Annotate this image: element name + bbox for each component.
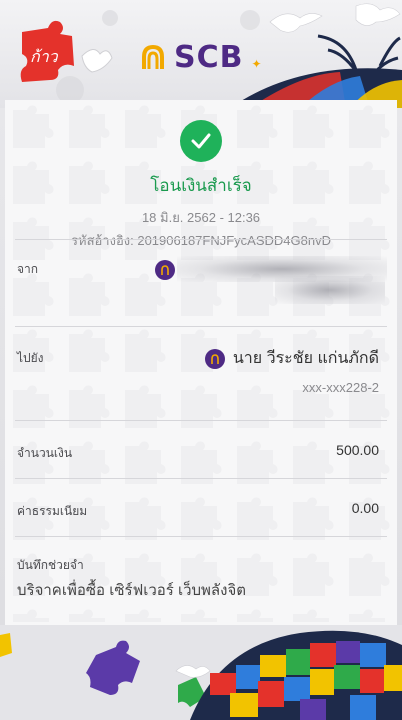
divider (15, 536, 387, 537)
success-section: โอนเงินสำเร็จ 18 มิ.ย. 2562 - 12:36 รหัส… (5, 120, 397, 251)
campaign-logo-text: ก้าว (30, 47, 59, 66)
reference-code: รหัสอ้างอิง: 201906187FNJFycASDD4G8nvD (71, 233, 331, 248)
fee-label: ค่าธรรมเนียม (17, 504, 88, 518)
from-label: จาก (17, 262, 39, 276)
memo-value: บริจาคเพื่อซื้อ เซิร์ฟเวอร์ เว็บพลังจิต (17, 582, 246, 599)
status-title: โอนเงินสำเร็จ (150, 176, 252, 195)
scb-logo: SCB ✦ (138, 40, 262, 75)
recipient-account: xxx-xxx228-2 (302, 380, 379, 395)
scb-bank-icon (142, 44, 164, 69)
divider (15, 326, 387, 327)
campaign-puzzle-logo: ก้าว (20, 20, 113, 82)
scb-bank-icon (155, 260, 175, 280)
amount-label: จำนวนเงิน (17, 446, 73, 460)
amount-value: 500.00 (336, 442, 379, 458)
footer-decoration (0, 625, 402, 720)
divider (15, 478, 387, 479)
recipient: นาย วีระชัย แก่นภักดี (204, 346, 379, 371)
recipient-name: นาย วีระชัย แก่นภักดี (232, 350, 379, 367)
transaction-datetime: 18 มิ.ย. 2562 - 12:36 (141, 210, 261, 225)
transfer-receipt-card: โอนเงินสำเร็จ 18 มิ.ย. 2562 - 12:36 รหัส… (5, 100, 397, 625)
memo-label: บันทึกช่วยจำ (17, 558, 84, 572)
scb-bank-icon (204, 348, 225, 369)
dove-icon (269, 3, 401, 33)
divider (15, 420, 387, 421)
from-account-redacted (155, 256, 387, 308)
fee-value: 0.00 (351, 500, 379, 516)
brand-sparkle-icon: ✦ (251, 56, 262, 71)
divider (15, 239, 387, 240)
brand-name: SCB (174, 40, 244, 75)
success-check-badge (180, 120, 222, 162)
header-banner: ก้าว SCB ✦ (0, 0, 402, 108)
to-label: ไปยัง (17, 351, 44, 365)
check-icon (191, 133, 211, 149)
